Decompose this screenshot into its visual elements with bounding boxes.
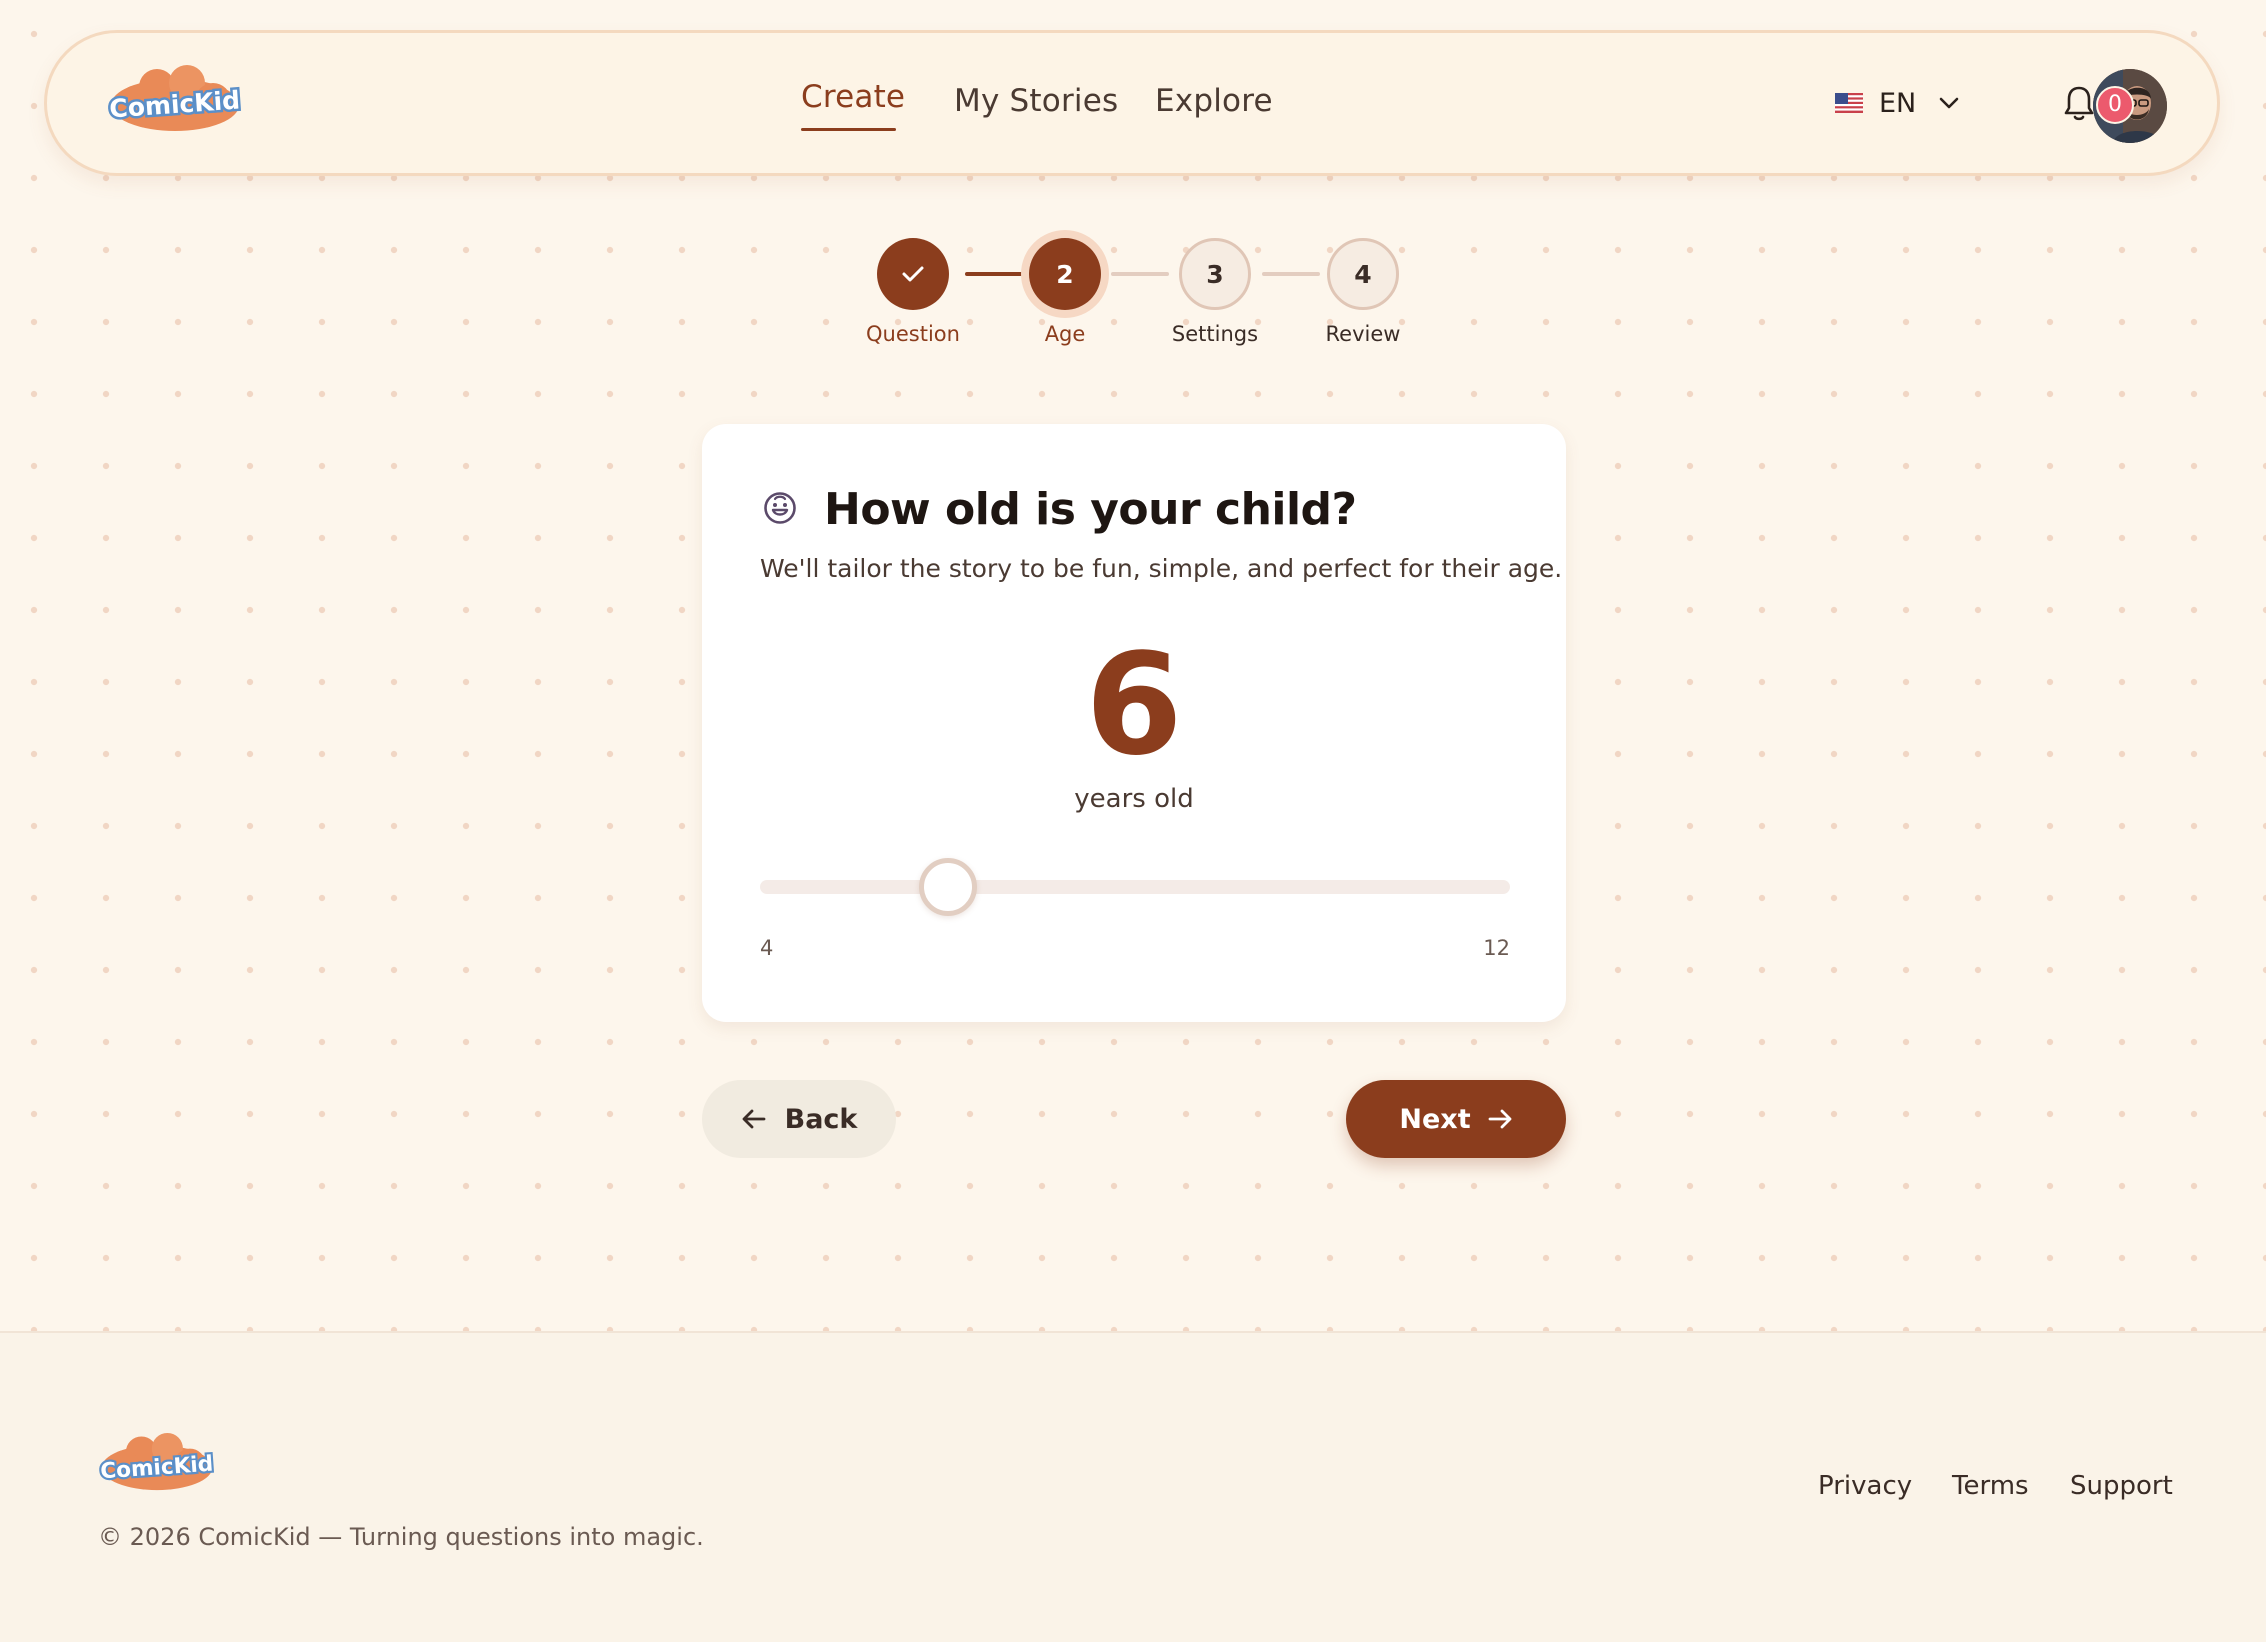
nav-create[interactable]: Create (801, 79, 905, 115)
language-selector[interactable]: EN (1835, 85, 1960, 121)
arrow-left-icon (742, 1109, 766, 1129)
age-selection-card: How old is your child? We'll tailor the … (702, 424, 1566, 1022)
footer-link-terms[interactable]: Terms (1952, 1471, 2029, 1501)
age-slider-thumb[interactable] (918, 858, 977, 916)
language-label: EN (1879, 87, 1917, 119)
age-value: 6 (1085, 624, 1183, 787)
top-navigation-bar: ComicKid Create My Stories Explore EN (44, 30, 2220, 176)
chevron-down-icon (1939, 97, 1959, 109)
step-question-done[interactable] (877, 238, 949, 310)
age-slider-track[interactable] (760, 880, 1510, 894)
step-review: 4 (1327, 238, 1399, 310)
footer: ComicKid © 2026 ComicKid — Turning quest… (0, 1331, 2266, 1642)
age-unit-label: years old (1074, 784, 1194, 814)
back-button-label: Back (784, 1103, 858, 1135)
check-icon (902, 266, 924, 282)
footer-link-support[interactable]: Support (2070, 1471, 2173, 1501)
card-subtitle: We'll tailor the story to be fun, simple… (760, 554, 1563, 583)
step-connector (1111, 272, 1169, 276)
smiley-icon (764, 492, 796, 524)
step-label-settings: Settings (1171, 322, 1259, 346)
nav-my-stories[interactable]: My Stories (954, 83, 1118, 119)
notification-count-badge: 0 (2096, 86, 2134, 124)
copyright-text: © 2026 ComicKid — Turning questions into… (98, 1523, 704, 1551)
step-connector (1262, 272, 1320, 276)
next-button[interactable]: Next (1346, 1080, 1566, 1158)
bell-icon[interactable] (2061, 83, 2097, 123)
next-button-label: Next (1399, 1103, 1471, 1135)
back-button[interactable]: Back (702, 1080, 896, 1158)
footer-comickid-logo[interactable]: ComicKid (98, 1433, 216, 1497)
step-age-current: 2 (1029, 238, 1101, 310)
step-connector-completed (965, 272, 1023, 276)
slider-min-label: 4 (760, 936, 774, 960)
comickid-logo[interactable]: ComicKid (107, 65, 243, 139)
slider-max-label: 12 (1483, 936, 1510, 960)
step-settings: 3 (1179, 238, 1251, 310)
step-label-review: Review (1325, 322, 1401, 346)
step-label-question: Question (866, 322, 960, 346)
step-label-age: Age (1044, 322, 1086, 346)
us-flag-icon (1835, 93, 1863, 113)
nav-explore[interactable]: Explore (1155, 83, 1273, 119)
nav-active-indicator (801, 128, 896, 131)
footer-link-privacy[interactable]: Privacy (1818, 1471, 1912, 1501)
card-title: How old is your child? (824, 484, 1357, 535)
arrow-right-icon (1488, 1109, 1512, 1129)
